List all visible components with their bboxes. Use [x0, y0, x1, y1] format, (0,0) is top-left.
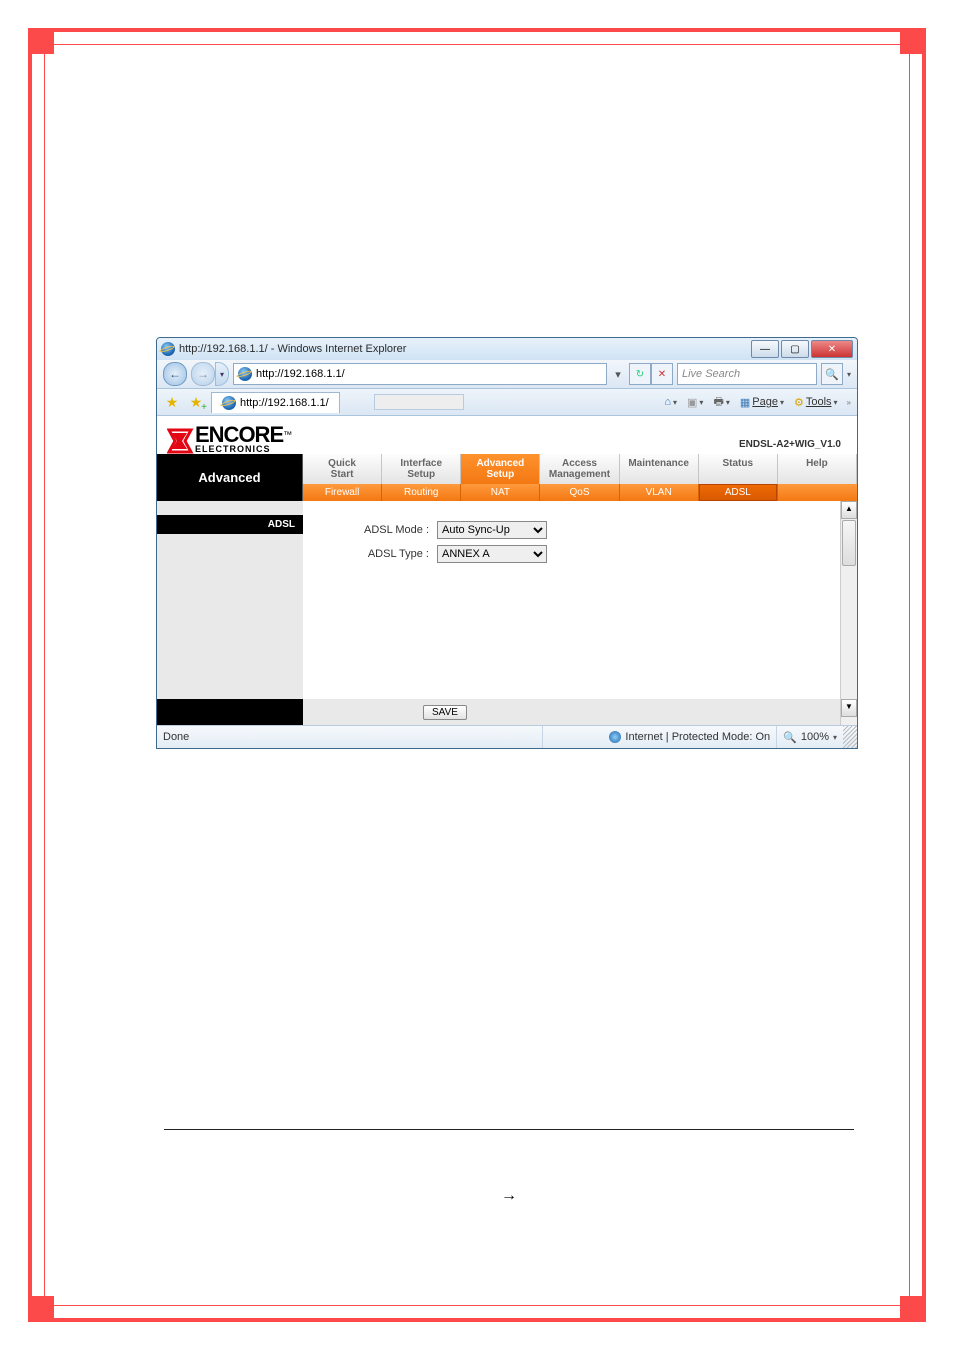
url-text: http://192.168.1.1/: [256, 368, 345, 380]
tab-strip: ★ ★+ http://192.168.1.1/ ⌂▾ ▣▾ 🖶▾ ▦ Page…: [157, 389, 857, 416]
feeds-button[interactable]: ▣▾: [684, 396, 706, 409]
main-nav: Advanced Quick Start Interface Setup Adv…: [157, 454, 857, 501]
tab-maintenance[interactable]: Maintenance: [620, 454, 699, 484]
toolbar-overflow[interactable]: »: [845, 398, 851, 407]
page-menu[interactable]: ▦ Page▾: [737, 396, 787, 409]
tools-menu[interactable]: ⚙ Tools▾: [791, 396, 841, 409]
decor-corner: [900, 32, 922, 54]
subtab-empty: [778, 484, 857, 501]
close-button[interactable]: ✕: [811, 340, 853, 358]
side-panel: ADSL: [157, 501, 303, 699]
browser-window: http://192.168.1.1/ - Windows Internet E…: [156, 337, 858, 749]
subtab-vlan[interactable]: VLAN: [620, 484, 699, 501]
tab-label: http://192.168.1.1/: [240, 397, 329, 409]
forward-button[interactable]: →: [191, 362, 215, 386]
subtab-nat[interactable]: NAT: [461, 484, 540, 501]
add-favorite-button[interactable]: ★+: [187, 393, 205, 411]
tab-access-management[interactable]: Access Management: [540, 454, 619, 484]
decor-corner: [32, 1296, 54, 1318]
tab-quick-start[interactable]: Quick Start: [303, 454, 382, 484]
arrow-glyph: →: [32, 1187, 954, 1205]
address-toolbar: ← → ▾ http://192.168.1.1/ ▾ ↻ ✕ Live Sea…: [157, 360, 857, 389]
subtab-firewall[interactable]: Firewall: [303, 484, 382, 501]
subtab-qos[interactable]: QoS: [540, 484, 619, 501]
tab-page-icon: [222, 396, 236, 410]
url-dropdown[interactable]: ▾: [611, 368, 625, 381]
form-panel: ADSL Mode : Auto Sync-Up ADSL Type : ANN…: [303, 501, 840, 699]
scroll-thumb[interactable]: [842, 520, 856, 566]
refresh-button[interactable]: ↻: [629, 363, 651, 385]
minimize-button[interactable]: —: [751, 340, 779, 358]
back-button[interactable]: ←: [163, 362, 187, 386]
scroll-down-button[interactable]: ▼: [841, 699, 857, 717]
tab-status[interactable]: Status: [699, 454, 778, 484]
resize-grip[interactable]: [843, 726, 857, 748]
zoom-control[interactable]: 🔍 100% ▾: [777, 731, 843, 744]
favorites-button[interactable]: ★: [163, 393, 181, 411]
search-button[interactable]: 🔍: [821, 363, 843, 385]
page-content: ENCORE™ ELECTRONICS ENDSL-A2+WIG_V1.0 Ad…: [157, 416, 857, 725]
search-placeholder: Live Search: [682, 368, 740, 380]
security-zone[interactable]: Internet | Protected Mode: On: [603, 726, 777, 748]
address-bar[interactable]: http://192.168.1.1/: [233, 363, 607, 385]
tab-progress: [374, 394, 464, 410]
internet-zone-icon: [609, 731, 621, 743]
search-input[interactable]: Live Search: [677, 363, 817, 385]
subtab-adsl[interactable]: ADSL: [699, 484, 778, 501]
tab-interface-setup[interactable]: Interface Setup: [382, 454, 461, 484]
scroll-up-button[interactable]: ▲: [841, 501, 857, 519]
print-button[interactable]: 🖶▾: [710, 393, 732, 412]
status-text: Done: [163, 731, 189, 743]
save-button[interactable]: SAVE: [423, 705, 467, 720]
maximize-button[interactable]: ▢: [781, 340, 809, 358]
content-scrollbar-lower[interactable]: ▼: [840, 699, 857, 725]
decor-corner: [32, 32, 54, 54]
nav-history-dropdown[interactable]: ▾: [215, 362, 229, 386]
ie-icon: [161, 342, 175, 356]
decor-corner: [900, 1296, 922, 1318]
status-bar: Done Internet | Protected Mode: On 🔍 100…: [157, 725, 857, 748]
browser-tab[interactable]: http://192.168.1.1/: [211, 392, 340, 413]
adsl-mode-select[interactable]: Auto Sync-Up: [437, 521, 547, 539]
window-title: http://192.168.1.1/ - Windows Internet E…: [179, 343, 406, 355]
content-scrollbar[interactable]: ▲: [840, 501, 857, 699]
adsl-type-label: ADSL Type :: [303, 548, 437, 560]
brand-logo: ENCORE™ ELECTRONICS: [167, 422, 292, 454]
divider: [164, 1129, 854, 1130]
side-heading: ADSL: [157, 515, 303, 534]
stop-button[interactable]: ✕: [651, 363, 673, 385]
save-bar: SAVE ▼: [157, 699, 857, 725]
firmware-version: ENDSL-A2+WIG_V1.0: [739, 439, 847, 454]
window-titlebar: http://192.168.1.1/ - Windows Internet E…: [157, 338, 857, 360]
nav-section-label: Advanced: [157, 454, 303, 501]
adsl-type-select[interactable]: ANNEX A: [437, 545, 547, 563]
search-dropdown[interactable]: ▾: [847, 370, 851, 379]
subtab-routing[interactable]: Routing: [382, 484, 461, 501]
tab-help[interactable]: Help: [778, 454, 857, 484]
zoom-icon: 🔍: [783, 731, 797, 744]
encore-logo-icon: [167, 428, 195, 454]
home-button[interactable]: ⌂▾: [661, 396, 680, 408]
tab-advanced-setup[interactable]: Advanced Setup: [461, 454, 540, 484]
adsl-mode-label: ADSL Mode :: [303, 524, 437, 536]
page-icon: [238, 367, 252, 381]
